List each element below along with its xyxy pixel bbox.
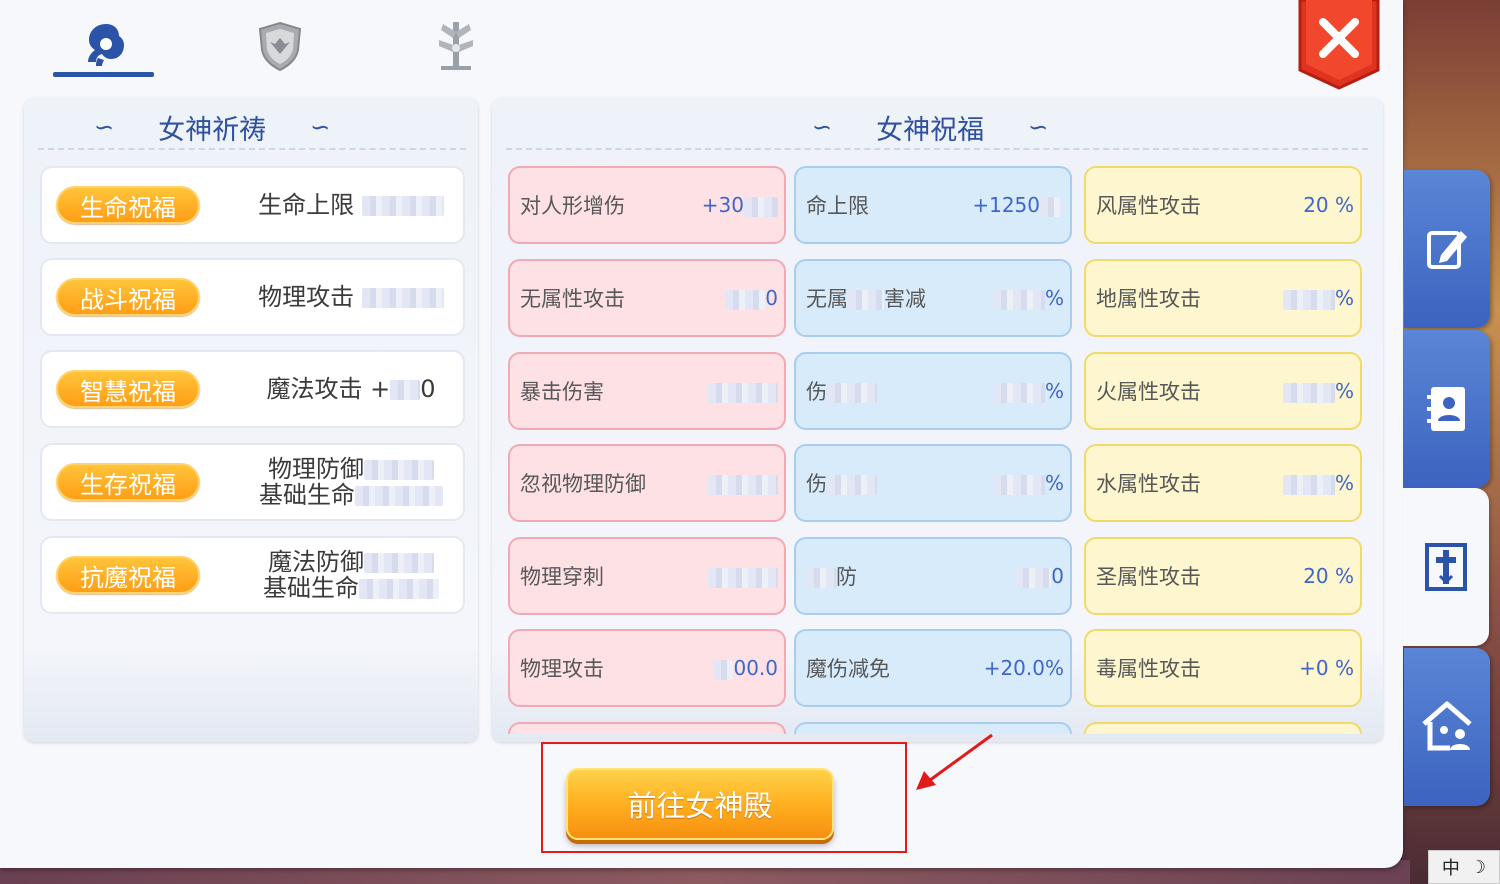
- tab-rune[interactable]: [406, 14, 506, 78]
- tab-shield[interactable]: [230, 14, 330, 78]
- tab-active-underline: [53, 72, 154, 77]
- side-tab-blessing[interactable]: [1403, 488, 1489, 646]
- swirl-left-icon: ∽: [94, 113, 115, 141]
- swirl-right-icon: ∽: [310, 113, 331, 141]
- shield-crest-icon: [258, 21, 302, 72]
- divider: [38, 148, 466, 150]
- ime-lang: 中: [1441, 858, 1460, 879]
- blessing-tag: 抗魔祝福: [56, 556, 200, 594]
- blessing-text: 魔法防御 基础生命: [240, 549, 462, 601]
- attr-cell: 防0: [794, 537, 1072, 615]
- cross-scroll-icon: [1425, 543, 1467, 591]
- goddess-silhouette-icon: [88, 24, 124, 66]
- blessing-title: ∽ 女神祝福 ∽: [812, 113, 1049, 146]
- swirl-right-icon: ∽: [1028, 113, 1049, 141]
- attr-cell: 无属性攻击 0: [508, 259, 786, 337]
- attr-cell: 地属性攻击%: [1084, 259, 1362, 337]
- blessing-text: 生命上限: [240, 192, 462, 218]
- blessing-tag: 生命祝福: [56, 186, 200, 224]
- side-tab-home[interactable]: [1404, 648, 1490, 806]
- prayer-title: ∽ 女神祈祷 ∽: [94, 113, 331, 146]
- swirl-left-icon: ∽: [812, 113, 833, 141]
- attr-cell: 毒属性攻击 +0 %: [1084, 629, 1362, 707]
- attr-cell: 无属 害减%: [794, 259, 1072, 337]
- attr-cell-partial: [1084, 722, 1362, 734]
- arrow-annotation-icon: [916, 733, 993, 790]
- close-button[interactable]: [1296, 0, 1382, 90]
- attr-cell: 对人形增伤 +30: [508, 166, 786, 244]
- attr-cell: 火属性攻击%: [1084, 352, 1362, 430]
- blessing-tag: 智慧祝福: [56, 370, 200, 408]
- close-icon: [1298, 0, 1380, 90]
- divider: [506, 148, 1368, 150]
- side-tab-contacts[interactable]: [1404, 330, 1490, 488]
- blessing-text: 物理防御 基础生命: [240, 456, 462, 508]
- blessing-tag: 生存祝福: [56, 463, 200, 501]
- attr-cell: 伤%: [794, 444, 1072, 522]
- moon-icon: ☽: [1469, 856, 1487, 878]
- blessing-row-antimagic[interactable]: 抗魔祝福 魔法防御 基础生命: [40, 536, 465, 614]
- side-tab-edit[interactable]: [1404, 170, 1490, 328]
- attr-cell: 暴击伤害: [508, 352, 786, 430]
- contact-book-icon: [1427, 387, 1465, 431]
- blessing-text: 魔法攻击 +0: [266, 375, 436, 403]
- go-temple-button[interactable]: 前往女神殿: [566, 768, 834, 840]
- attr-cell: 圣属性攻击 20 %: [1084, 537, 1362, 615]
- attr-cell-partial: [508, 722, 786, 734]
- home-people-icon: [1422, 701, 1472, 751]
- attr-cell: 物理攻击 00.0: [508, 629, 786, 707]
- blessing-row-life[interactable]: 生命祝福 生命上限: [40, 166, 465, 244]
- rune-tree-icon: [439, 22, 473, 70]
- tab-goddess[interactable]: [54, 14, 154, 78]
- attr-cell: 伤%: [794, 352, 1072, 430]
- attr-cell: 魔伤减免 +20.0%: [794, 629, 1072, 707]
- blessing-tag: 战斗祝福: [56, 278, 200, 316]
- attr-cell: 命上限 +1250: [794, 166, 1072, 244]
- blessing-text: 物理攻击: [240, 284, 462, 310]
- attribute-grid[interactable]: 对人形增伤 +30 无属性攻击 0 暴击伤害 忽视物理防御 物理穿刺 物理攻击 00.…: [506, 166, 1366, 734]
- ime-indicator[interactable]: 中 ☽: [1428, 850, 1500, 884]
- blessing-row-wisdom[interactable]: 智慧祝福 魔法攻击 +0: [40, 350, 465, 428]
- blessing-row-survival[interactable]: 生存祝福 物理防御 基础生命: [40, 443, 465, 521]
- attr-cell: 风属性攻击 20 %: [1084, 166, 1362, 244]
- blessing-row-battle[interactable]: 战斗祝福 物理攻击: [40, 258, 465, 336]
- edit-icon: [1427, 231, 1467, 269]
- attr-cell: 水属性攻击%: [1084, 444, 1362, 522]
- attr-cell: 忽视物理防御: [508, 444, 786, 522]
- attr-cell: 物理穿刺: [508, 537, 786, 615]
